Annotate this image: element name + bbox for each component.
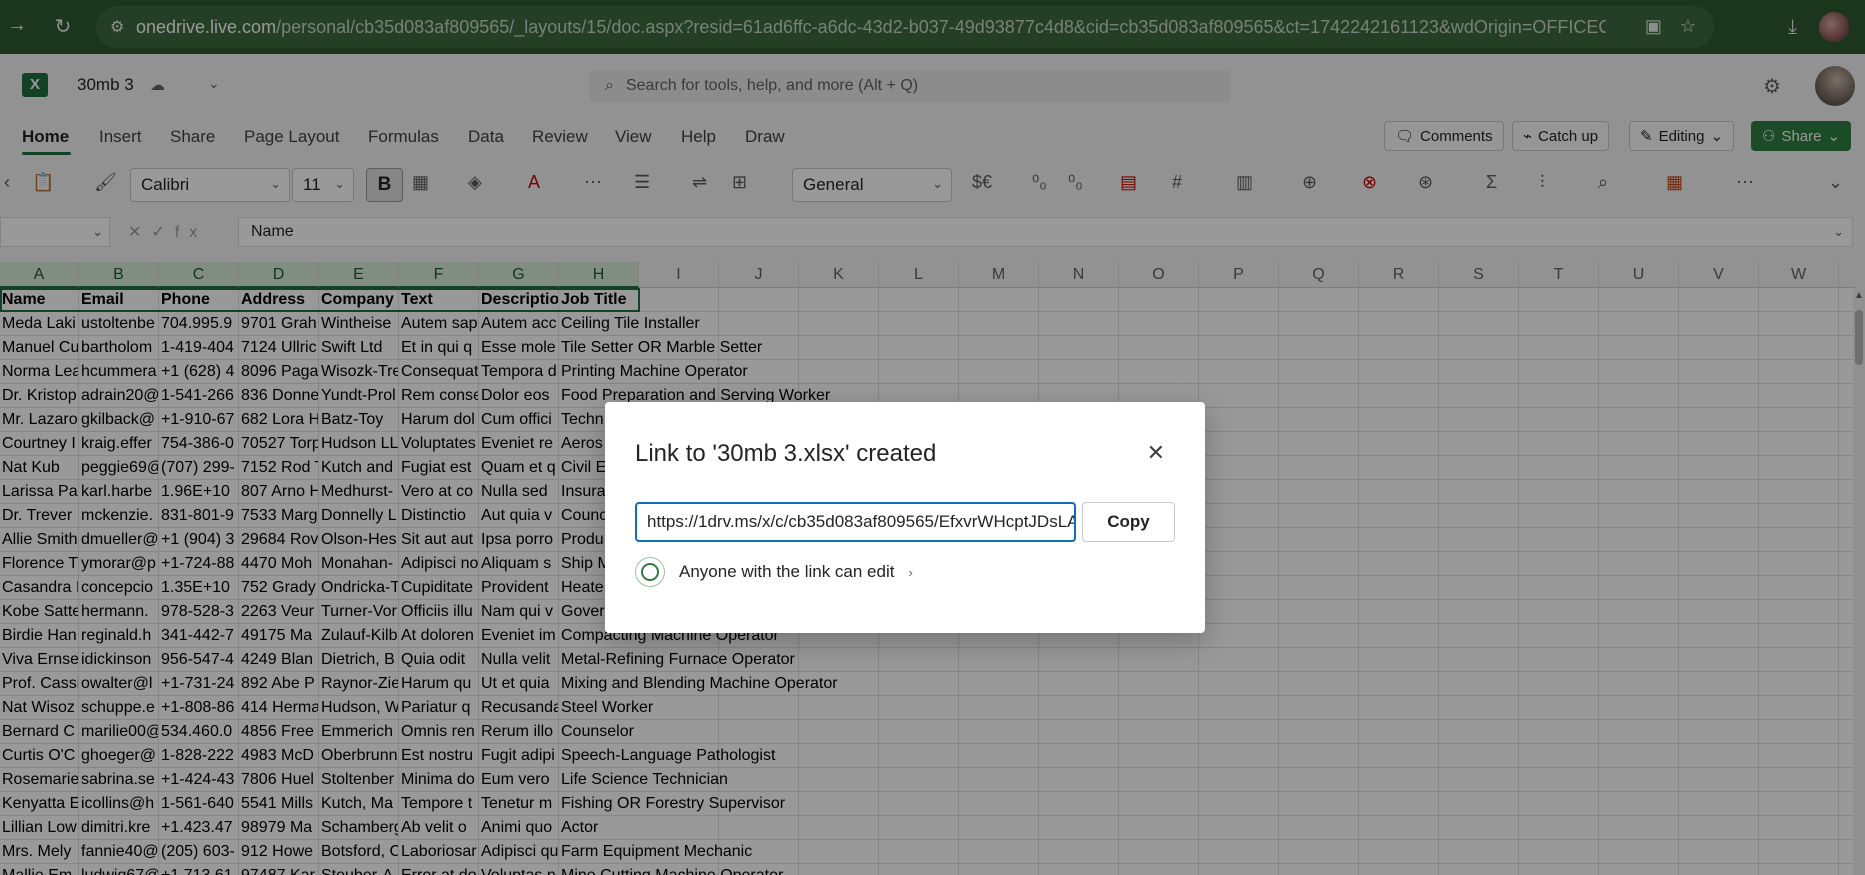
share-link-dialog: Link to '30mb 3.xlsx' created ✕ https://… [605, 402, 1205, 633]
globe-icon [635, 557, 665, 587]
dialog-title: Link to '30mb 3.xlsx' created [635, 440, 937, 467]
close-icon[interactable]: ✕ [1147, 440, 1165, 466]
chevron-right-icon: › [908, 564, 913, 580]
permission-label: Anyone with the link can edit [679, 562, 895, 581]
copy-button[interactable]: Copy [1082, 502, 1175, 542]
link-url-field[interactable]: https://1drv.ms/x/c/cb35d083af809565/Efx… [635, 502, 1076, 542]
link-permission-setting[interactable]: Anyone with the link can edit › [635, 557, 913, 587]
